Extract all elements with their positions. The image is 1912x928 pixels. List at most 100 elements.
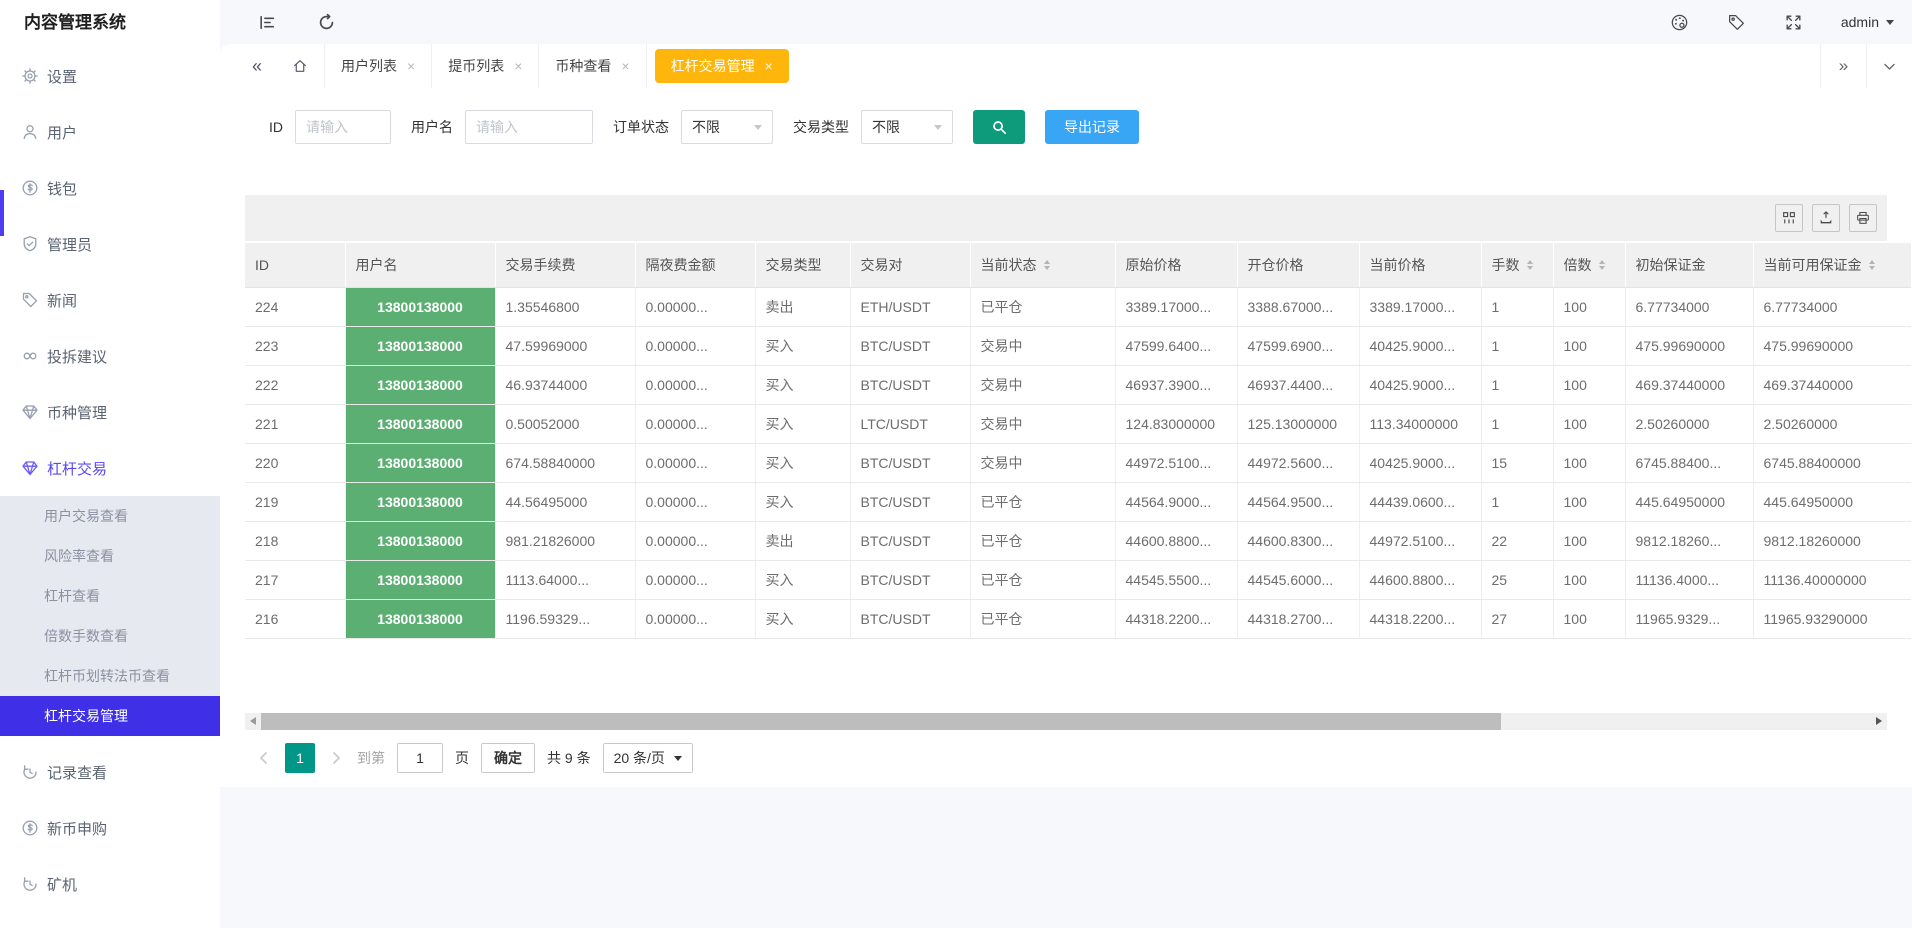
trade-type-value: 不限 bbox=[872, 117, 900, 137]
col-multiple[interactable]: 倍数 bbox=[1553, 243, 1625, 287]
tab-label: 杠杆交易管理 bbox=[671, 56, 755, 76]
wallet-icon bbox=[21, 179, 39, 197]
sort-icon[interactable] bbox=[1044, 260, 1050, 270]
cell-overnight-fee: 0.00000... bbox=[635, 326, 755, 365]
cell-fee: 46.93744000 bbox=[495, 365, 635, 404]
sidebar-item-miner[interactable]: 矿机 bbox=[0, 856, 220, 912]
submenu-item-multiple-lots[interactable]: 倍数手数查看 bbox=[0, 616, 220, 656]
cell-available-margin: 445.64950000 bbox=[1753, 482, 1911, 521]
columns-filter-button[interactable] bbox=[1775, 204, 1803, 232]
sort-icon[interactable] bbox=[1869, 260, 1875, 270]
filter-trade-type-group: 交易类型 不限 bbox=[793, 110, 953, 144]
scroll-left-arrow-icon[interactable] bbox=[250, 717, 256, 725]
close-icon[interactable]: × bbox=[407, 59, 415, 73]
submenu-item-risk-rate[interactable]: 风险率查看 bbox=[0, 536, 220, 576]
collapse-menu-icon[interactable] bbox=[258, 13, 277, 32]
refresh-icon[interactable] bbox=[317, 13, 336, 32]
horizontal-scrollbar[interactable] bbox=[245, 713, 1887, 730]
tab-coin-view[interactable]: 币种查看 × bbox=[539, 44, 646, 88]
col-lots[interactable]: 手数 bbox=[1481, 243, 1553, 287]
trade-type-select[interactable]: 不限 bbox=[861, 110, 953, 144]
print-button[interactable] bbox=[1849, 204, 1877, 232]
tab-withdraw-list[interactable]: 提币列表 × bbox=[432, 44, 539, 88]
tab-user-list[interactable]: 用户列表 × bbox=[325, 44, 432, 88]
cell-pair: BTC/USDT bbox=[850, 365, 970, 404]
confirm-page-button[interactable]: 确定 bbox=[481, 743, 535, 773]
page-size-select[interactable]: 20 条/页 bbox=[603, 743, 693, 773]
submenu-item-transfer-view[interactable]: 杠杆币划转法币查看 bbox=[0, 656, 220, 696]
cell-status: 已平仓 bbox=[970, 521, 1115, 560]
table-row: 224 13800138000 1.35546800 0.00000... 卖出… bbox=[245, 287, 1911, 326]
cell-status: 交易中 bbox=[970, 443, 1115, 482]
close-icon[interactable]: × bbox=[765, 59, 773, 73]
scroll-right-arrow-icon[interactable] bbox=[1876, 717, 1882, 725]
search-button[interactable] bbox=[973, 110, 1025, 144]
cell-original-price: 44564.9000... bbox=[1115, 482, 1237, 521]
sort-icon[interactable] bbox=[1527, 260, 1533, 270]
sidebar-item-news[interactable]: 新闻 bbox=[0, 272, 220, 328]
tag-icon[interactable] bbox=[1727, 13, 1746, 32]
user-menu[interactable]: admin bbox=[1841, 14, 1894, 30]
cell-lots: 1 bbox=[1481, 326, 1553, 365]
sidebar-item-suggestions[interactable]: 投拆建议 bbox=[0, 328, 220, 384]
submenu-item-leverage-view[interactable]: 杠杆查看 bbox=[0, 576, 220, 616]
export-table-button[interactable] bbox=[1812, 204, 1840, 232]
sidebar-item-settings[interactable]: 设置 bbox=[0, 48, 220, 104]
sidebar-item-leverage[interactable]: 杠杆交易 bbox=[0, 440, 220, 496]
sidebar-item-records[interactable]: 记录查看 bbox=[0, 744, 220, 800]
cell-id: 216 bbox=[245, 599, 345, 638]
username-label: 用户名 bbox=[411, 117, 453, 137]
cell-multiple: 100 bbox=[1553, 599, 1625, 638]
sidebar-item-wallet[interactable]: 钱包 bbox=[0, 160, 220, 216]
cell-lots: 25 bbox=[1481, 560, 1553, 599]
close-icon[interactable]: × bbox=[621, 59, 629, 73]
next-page-icon[interactable] bbox=[327, 749, 345, 767]
sidebar-item-admins[interactable]: 管理员 bbox=[0, 216, 220, 272]
cell-available-margin: 9812.18260000 bbox=[1753, 521, 1911, 560]
col-status[interactable]: 当前状态 bbox=[970, 243, 1115, 287]
tabs-scroll-left-icon[interactable]: « bbox=[252, 56, 262, 77]
sidebar-nav: 设置 用户 钱包 管理员 新闻 投拆建议 bbox=[0, 44, 220, 912]
sidebar-item-users[interactable]: 用户 bbox=[0, 104, 220, 160]
sidebar-scrollbar-thumb[interactable] bbox=[0, 190, 4, 236]
username-badge: 13800138000 bbox=[346, 288, 495, 326]
cell-trade-type: 买入 bbox=[755, 326, 850, 365]
home-tab[interactable] bbox=[276, 44, 325, 88]
search-icon bbox=[991, 119, 1008, 136]
username-badge: 13800138000 bbox=[346, 522, 495, 560]
scrollbar-thumb[interactable] bbox=[261, 713, 1501, 730]
trade-type-label: 交易类型 bbox=[793, 117, 849, 137]
cell-trade-type: 卖出 bbox=[755, 521, 850, 560]
goto-page-label: 到第 bbox=[357, 748, 385, 768]
cell-multiple: 100 bbox=[1553, 326, 1625, 365]
cell-original-price: 124.83000000 bbox=[1115, 404, 1237, 443]
submenu-item-user-trades[interactable]: 用户交易查看 bbox=[0, 496, 220, 536]
cell-fee: 0.50052000 bbox=[495, 404, 635, 443]
tabbar: « 用户列表 × 提币列表 × 币种查看 × 杠杆交易管理 × » bbox=[220, 44, 1912, 88]
current-page-button[interactable]: 1 bbox=[285, 743, 315, 773]
cell-overnight-fee: 0.00000... bbox=[635, 521, 755, 560]
cell-fee: 47.59969000 bbox=[495, 326, 635, 365]
close-icon[interactable]: × bbox=[514, 59, 522, 73]
table-body: 224 13800138000 1.35546800 0.00000... 卖出… bbox=[245, 287, 1911, 638]
sidebar-item-new-coin[interactable]: 新币申购 bbox=[0, 800, 220, 856]
id-input[interactable] bbox=[295, 110, 391, 144]
sort-icon[interactable] bbox=[1599, 260, 1605, 270]
tabs-scroll-right-icon[interactable]: » bbox=[1820, 44, 1866, 88]
fullscreen-icon[interactable] bbox=[1784, 13, 1803, 32]
col-available-margin[interactable]: 当前可用保证金 bbox=[1753, 243, 1911, 287]
tab-leverage-manage[interactable]: 杠杆交易管理 × bbox=[655, 49, 789, 83]
order-status-select[interactable]: 不限 bbox=[681, 110, 773, 144]
goto-page-input[interactable] bbox=[397, 743, 443, 773]
username-input[interactable] bbox=[465, 110, 593, 144]
export-records-button[interactable]: 导出记录 bbox=[1045, 110, 1139, 144]
theme-palette-icon[interactable] bbox=[1670, 13, 1689, 32]
tabs-menu-icon[interactable] bbox=[1866, 44, 1912, 88]
sidebar-item-coin-manage[interactable]: 币种管理 bbox=[0, 384, 220, 440]
history-icon bbox=[21, 875, 39, 893]
prev-page-icon[interactable] bbox=[255, 749, 273, 767]
data-table: ID 用户名 交易手续费 隔夜费金额 交易类型 交易对 当前状态 原始价格 开仓… bbox=[245, 243, 1911, 639]
cell-pair: ETH/USDT bbox=[850, 287, 970, 326]
submenu-item-leverage-manage[interactable]: 杠杆交易管理 bbox=[0, 696, 220, 736]
table-row: 222 13800138000 46.93744000 0.00000... 买… bbox=[245, 365, 1911, 404]
